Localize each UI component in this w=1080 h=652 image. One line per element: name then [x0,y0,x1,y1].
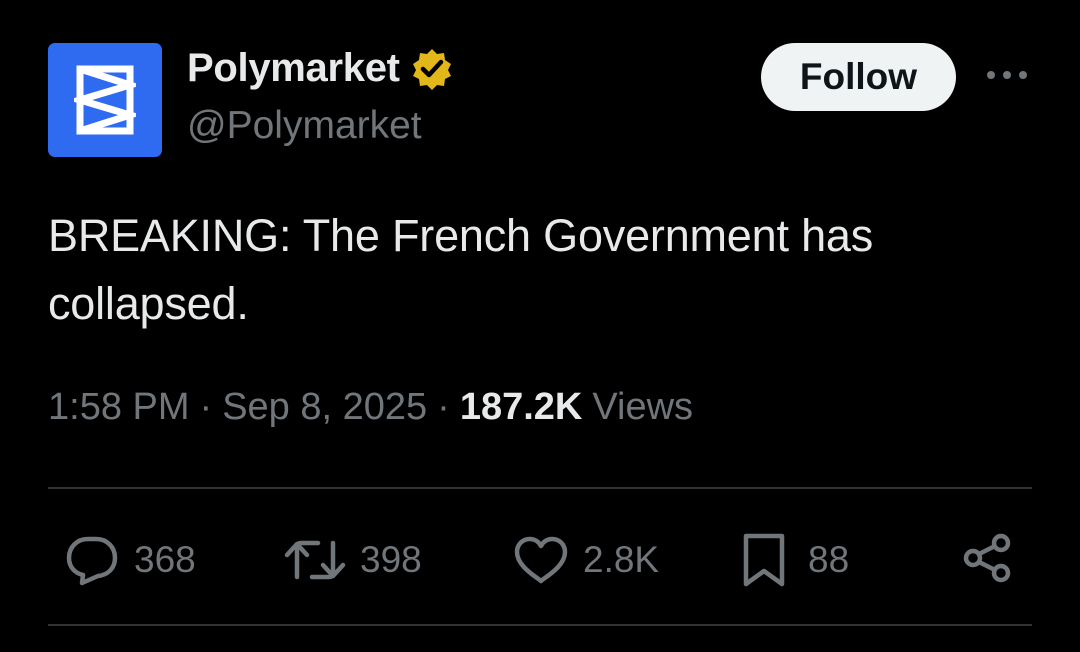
bookmark-count: 88 [808,539,850,580]
repost-count: 398 [360,539,422,580]
bookmark-button[interactable]: 88 [742,530,849,590]
tweet-date[interactable]: Sep 8, 2025 [222,386,427,429]
meta-separator: · [437,386,450,428]
reply-icon [66,536,118,586]
like-button[interactable]: 2.8K [513,530,659,590]
repost-icon [284,540,346,580]
more-icon[interactable] [985,60,1029,90]
author-name[interactable]: Polymarket [187,46,400,91]
repost-button[interactable]: 398 [284,530,422,590]
avatar[interactable] [48,43,162,157]
like-icon [514,536,568,584]
tweet-meta: 1:58 PM · Sep 8, 2025 · 187.2K Views [48,386,693,429]
meta-separator: · [199,386,213,428]
views-count: 187.2K [459,386,583,428]
tweet-time[interactable]: 1:58 PM [48,386,190,429]
tweet-text: BREAKING: The French Government has coll… [48,210,874,329]
divider [48,624,1032,626]
polymarket-logo-icon [74,65,136,135]
bookmark-icon [743,533,785,587]
share-icon[interactable] [962,532,1014,584]
author-name-row: Polymarket [187,46,454,91]
reply-button[interactable]: 368 [64,530,196,590]
reply-count: 368 [134,539,196,580]
author-handle[interactable]: @Polymarket [187,104,422,148]
follow-button[interactable]: Follow [761,43,956,111]
divider [48,487,1032,489]
verified-badge-icon[interactable] [410,47,454,91]
views-label: Views [592,386,694,428]
like-count: 2.8K [583,539,660,580]
action-bar: 368 398 2.8K 88 [0,530,1080,590]
